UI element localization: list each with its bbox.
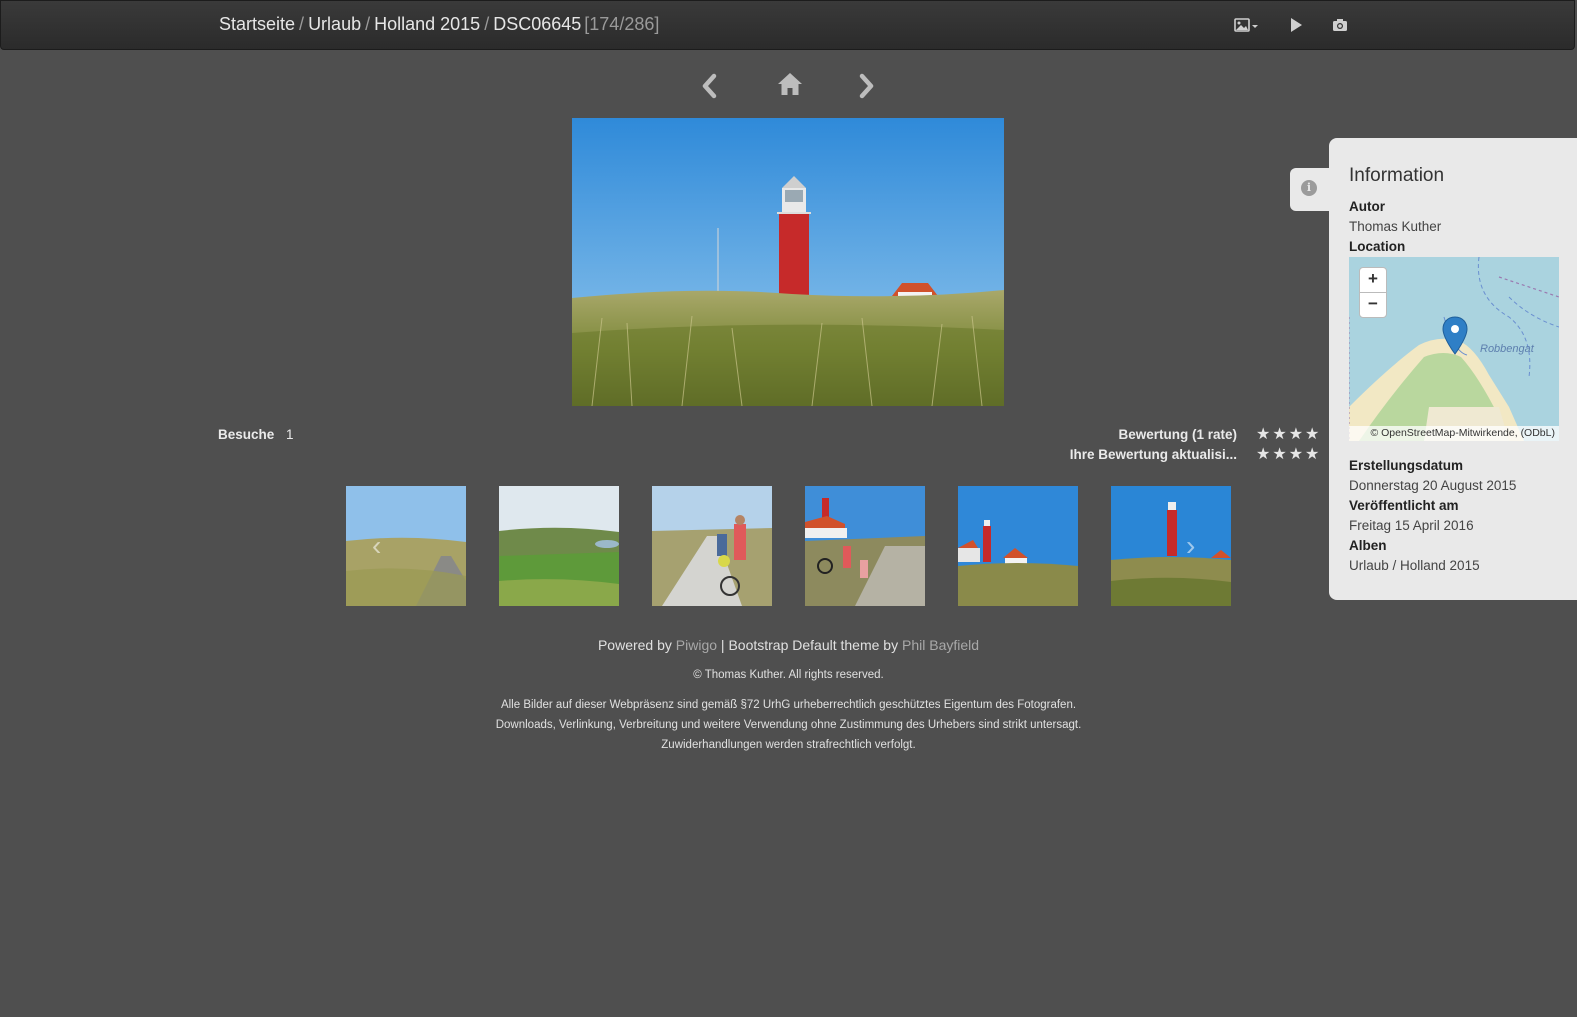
breadcrumb-separator: / — [365, 14, 371, 34]
thumbnail[interactable] — [805, 486, 925, 606]
slideshow-button[interactable] — [1289, 17, 1305, 35]
next-arrow-icon — [859, 73, 874, 99]
author-value: Thomas Kuther — [1349, 219, 1442, 234]
thumbnail[interactable] — [958, 486, 1078, 606]
thumb-lighthouse-grass — [1111, 486, 1231, 606]
camera-icon — [1333, 19, 1347, 31]
your-rating-stars[interactable]: ★★★★ — [1256, 444, 1321, 464]
location-map[interactable]: + − Robbengat © OpenStreetMap-Mitwirkend… — [1349, 257, 1559, 441]
home-icon — [778, 73, 802, 95]
footer-powered-by: Powered by Piwigo | Bootstrap Default th… — [0, 637, 1577, 653]
info-panel-toggle[interactable]: i — [1290, 168, 1330, 211]
thumbnail[interactable] — [652, 486, 772, 606]
thumb-lighthouse-house — [958, 486, 1078, 606]
thumb-bikes-lighthouse — [805, 486, 925, 606]
breadcrumb-urlaub-link[interactable]: Urlaub — [308, 14, 361, 34]
home-button[interactable] — [776, 70, 804, 98]
thumbnail[interactable] — [499, 486, 619, 606]
piwigo-link[interactable]: Piwigo — [676, 637, 717, 653]
footer-notice-1: Alle Bilder auf dieser Webpräsenz sind g… — [500, 699, 1077, 711]
breadcrumb-current-image: DSC06645 — [493, 14, 582, 34]
map-zoom-in-button[interactable]: + — [1359, 267, 1387, 293]
image-size-icon — [1234, 18, 1258, 32]
footer-notice-3: Zuwiderhandlungen werden strafrechtlich … — [661, 739, 916, 751]
published-label: Veröffentlicht am — [1349, 498, 1459, 513]
lighthouse-photo — [572, 118, 1004, 406]
albums-value[interactable]: Urlaub / Holland 2015 — [1349, 558, 1480, 573]
thumb-dune-road — [346, 486, 466, 606]
footer-copyright: © Thomas Kuther. All rights reserved. — [693, 669, 884, 681]
next-image-button[interactable] — [856, 70, 878, 102]
breadcrumb-separator: / — [299, 14, 305, 34]
map-zoom-out-button[interactable]: − — [1359, 292, 1387, 318]
thumbnail[interactable] — [1111, 486, 1231, 606]
theme-author-link[interactable]: Phil Bayfield — [902, 637, 979, 653]
info-panel: Information Autor Thomas Kuther Location… — [1329, 138, 1577, 600]
location-label: Location — [1349, 239, 1406, 254]
created-value: Donnerstag 20 August 2015 — [1349, 478, 1517, 493]
thumbnails-next-arrow[interactable]: › — [1186, 530, 1195, 562]
footer-notice-2: Downloads, Verlinkung, Verbreitung und w… — [495, 719, 1082, 731]
thumbnail[interactable] — [346, 486, 466, 606]
your-rating-label: Ihre Bewertung aktualisi... — [1069, 447, 1237, 462]
map-place-label: Robbengat — [1480, 343, 1534, 355]
info-icon: i — [1301, 180, 1317, 196]
thumbnails-prev-arrow[interactable]: ‹ — [372, 530, 381, 562]
footer-theme-text: | Bootstrap Default theme by — [720, 637, 899, 653]
rating-label: Bewertung (1 rate) — [1118, 427, 1237, 442]
published-value: Freitag 15 April 2016 — [1349, 518, 1474, 533]
image-position-counter: [174/286] — [584, 14, 660, 34]
map-marker-icon[interactable] — [1442, 316, 1468, 356]
visits-value: 1 — [286, 427, 294, 442]
rating-stars: ★★★★ — [1256, 426, 1322, 443]
previous-image-button[interactable] — [698, 70, 720, 102]
slideshow-play-icon — [1291, 18, 1302, 32]
main-photo[interactable] — [572, 118, 1004, 406]
map-attribution[interactable]: © OpenStreetMap-Mitwirkende, (ODbL) — [1349, 426, 1559, 441]
created-label: Erstellungsdatum — [1349, 458, 1464, 473]
thumb-cyclists-path — [652, 486, 772, 606]
image-size-button[interactable] — [1234, 17, 1262, 35]
top-navbar: Startseite / Urlaub / Holland 2015/DSC06645[… — [0, 0, 1575, 50]
info-title: Information — [1349, 165, 1445, 186]
author-label: Autor — [1349, 199, 1385, 214]
visits-label: Besuche — [218, 427, 275, 442]
previous-arrow-icon — [702, 73, 717, 99]
breadcrumb-album-link[interactable]: Holland 2015 — [374, 14, 480, 34]
thumb-green-marsh — [499, 486, 619, 606]
breadcrumb-home-link[interactable]: Startseite — [219, 14, 295, 34]
breadcrumb-separator: / — [484, 14, 490, 34]
albums-label: Alben — [1349, 538, 1387, 553]
footer-powered-prefix: Powered by — [597, 637, 672, 653]
breadcrumb: Startseite / Urlaub / Holland 2015/DSC06645[… — [219, 14, 659, 35]
camera-info-button[interactable] — [1332, 18, 1350, 34]
